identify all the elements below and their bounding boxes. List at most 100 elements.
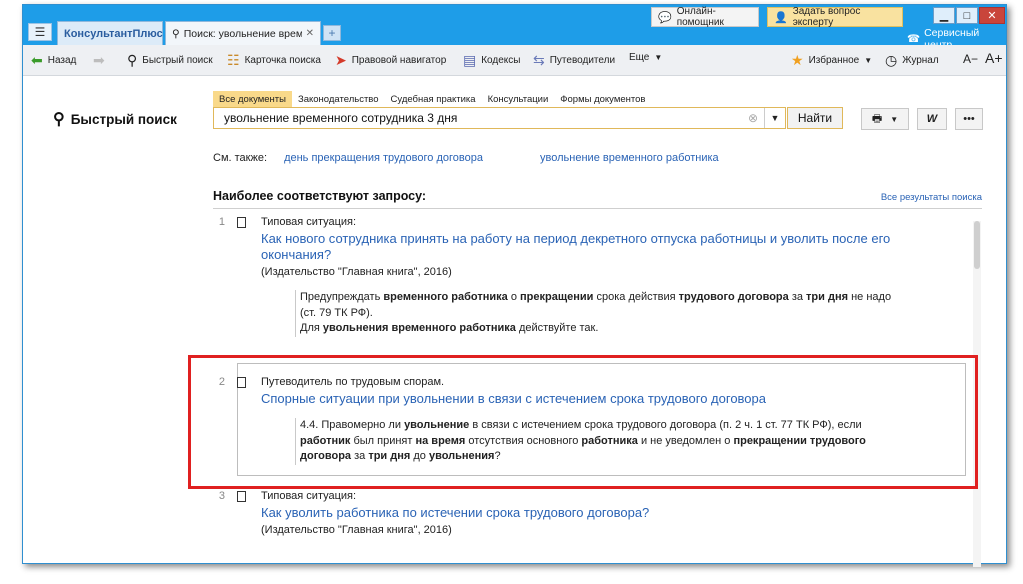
tab-court-practice[interactable]: Судебная практика — [385, 91, 482, 108]
word-icon: W — [926, 113, 938, 125]
journal-button[interactable]: ◷ Журнал — [885, 52, 939, 69]
guides-button[interactable]: ⇆ Путеводители — [533, 52, 615, 69]
guides-label: Путеводители — [549, 55, 616, 66]
document-type-tabs: Все документы Законодательство Судебная … — [213, 91, 651, 108]
result-title-link[interactable]: Как уволить работника по истечении срока… — [261, 505, 911, 521]
star-icon: ★ — [791, 52, 804, 68]
search-history-dropdown[interactable]: ▼ — [764, 108, 785, 128]
book-icon: ▤ — [463, 52, 477, 68]
arrow-right-icon: ➡ — [93, 52, 105, 68]
main-content: ⚲ Быстрый поиск Все документы Законодател… — [23, 76, 1006, 567]
clock-icon: ◷ — [885, 52, 898, 68]
chevron-down-icon: ▼ — [654, 53, 663, 62]
find-button[interactable]: Найти — [787, 107, 843, 129]
online-helper-label: Онлайн-помощник — [676, 6, 724, 28]
arrow-left-icon: ⬅ — [31, 52, 43, 68]
result-type: Типовая ситуация: — [261, 490, 357, 502]
chevron-down-icon: ▼ — [770, 113, 780, 123]
main-menu-button[interactable]: ☰ — [28, 23, 52, 41]
font-larger-label: A+ — [985, 50, 1003, 66]
tab-all-documents[interactable]: Все документы — [213, 91, 292, 108]
tab-search[interactable]: ⚲ Поиск: увольнение временного сотрудник… — [165, 21, 321, 45]
brand-label: КонсультантПлюс — [64, 27, 163, 40]
print-button[interactable]: 🖶 ▼ — [861, 108, 909, 130]
result-number: 3 — [218, 490, 225, 502]
search-card-button[interactable]: ☷ Карточка поиска — [227, 52, 321, 69]
back-label: Назад — [47, 55, 77, 66]
result-publisher: (Издательство "Главная книга", 2016) — [261, 524, 452, 536]
ask-expert-button[interactable]: 👤 Задать вопрос эксперту — [767, 6, 903, 28]
minimize-button[interactable]: ▁ — [933, 7, 955, 24]
plus-icon: + — [328, 26, 336, 40]
quick-search-button[interactable]: ⚲ Быстрый поиск — [127, 52, 213, 69]
favorites-button[interactable]: ★ Избранное ▼ — [791, 52, 872, 69]
new-tab-button[interactable]: + — [323, 25, 341, 41]
close-icon: ✕ — [987, 10, 997, 22]
export-word-button[interactable]: W — [917, 108, 947, 130]
more-icon: ••• — [963, 113, 975, 125]
document-icon — [237, 217, 246, 228]
find-label: Найти — [797, 111, 833, 125]
favorites-label: Избранное — [808, 55, 860, 66]
result-title-link[interactable]: Как нового сотрудника принять на работу … — [261, 231, 911, 263]
divider — [213, 208, 982, 209]
tab-legislation[interactable]: Законодательство — [292, 91, 385, 108]
title-bar: ☰ КонсультантПлюс ⚲ Поиск: увольнение вр… — [23, 5, 1006, 51]
best-match-heading: Наиболее соответствуют запросу: — [213, 189, 427, 203]
printer-icon: 🖶 — [871, 112, 883, 125]
page-title-label: Быстрый поиск — [70, 111, 177, 127]
tab-document-forms[interactable]: Формы документов — [554, 91, 651, 108]
ask-expert-label: Задать вопрос эксперту — [792, 6, 861, 28]
document-icon — [237, 491, 246, 502]
more-menu-button[interactable]: Еще ▼ — [629, 52, 662, 63]
codes-label: Кодексы — [481, 55, 521, 66]
font-larger-button[interactable]: A+ — [985, 50, 1003, 66]
see-also-link[interactable]: день прекращения трудового договора — [284, 152, 483, 164]
search-icon: ⚲ — [172, 27, 180, 40]
search-input[interactable] — [222, 110, 748, 126]
search-card-label: Карточка поиска — [244, 55, 321, 66]
more-label: Еще — [629, 52, 650, 63]
search-icon: ⚲ — [53, 111, 65, 128]
tab-search-label: Поиск: увольнение временного сотрудника … — [183, 27, 302, 40]
font-smaller-button[interactable]: A− — [963, 52, 978, 66]
chevron-down-icon: ▼ — [890, 114, 899, 124]
tab-consultations[interactable]: Консультации — [482, 91, 555, 108]
clear-icon[interactable]: ⊗ — [748, 111, 758, 125]
close-icon[interactable]: ✕ — [306, 28, 314, 39]
back-button[interactable]: ⬅ Назад — [31, 52, 76, 69]
search-card-icon: ☷ — [227, 52, 240, 68]
search-icon: ⚲ — [127, 52, 138, 68]
tab-brand[interactable]: КонсультантПлюс — [57, 21, 163, 45]
window-close-button[interactable]: ✕ — [979, 7, 1005, 24]
more-options-button[interactable]: ••• — [955, 108, 983, 130]
maximize-button[interactable]: □ — [956, 7, 978, 24]
highlight-box — [188, 355, 978, 489]
minimize-icon: ▁ — [939, 10, 949, 22]
scroll-thumb[interactable] — [974, 221, 980, 269]
all-results-link[interactable]: Все результаты поиска — [881, 192, 982, 203]
maximize-icon: □ — [963, 9, 971, 22]
forward-button[interactable]: ➡ — [93, 52, 110, 69]
app-window: ☰ КонсультантПлюс ⚲ Поиск: увольнение вр… — [22, 4, 1007, 567]
codes-button[interactable]: ▤ Кодексы — [463, 52, 520, 69]
font-smaller-label: A− — [963, 52, 979, 66]
journal-label: Журнал — [902, 55, 939, 66]
online-helper-button[interactable]: 💬 Онлайн-помощник — [651, 6, 759, 28]
signpost-icon: ⇆ — [533, 52, 545, 68]
quick-search-label: Быстрый поиск — [142, 55, 213, 66]
result-snippet: Предупреждать временного работника о пре… — [295, 290, 910, 337]
search-box: ⊗ ▼ — [213, 107, 786, 129]
see-also-link[interactable]: увольнение временного работника — [540, 152, 719, 164]
chat-icon: 💬 — [658, 11, 672, 24]
hamburger-icon: ☰ — [34, 25, 46, 39]
chevron-down-icon: ▼ — [864, 56, 873, 65]
legal-navigator-button[interactable]: ➤ Правовой навигатор — [335, 52, 446, 69]
result-number: 1 — [218, 216, 225, 228]
see-also-label: См. также: — [213, 152, 267, 164]
result-publisher: (Издательство "Главная книга", 2016) — [261, 266, 452, 278]
see-also: См. также: день прекращения трудового до… — [213, 152, 759, 164]
legal-navigator-label: Правовой навигатор — [351, 55, 447, 66]
toolbar: ⬅ Назад ➡ ⚲ Быстрый поиск ☷ Карточка поиска… — [23, 45, 1006, 76]
navigator-icon: ➤ — [335, 52, 347, 68]
